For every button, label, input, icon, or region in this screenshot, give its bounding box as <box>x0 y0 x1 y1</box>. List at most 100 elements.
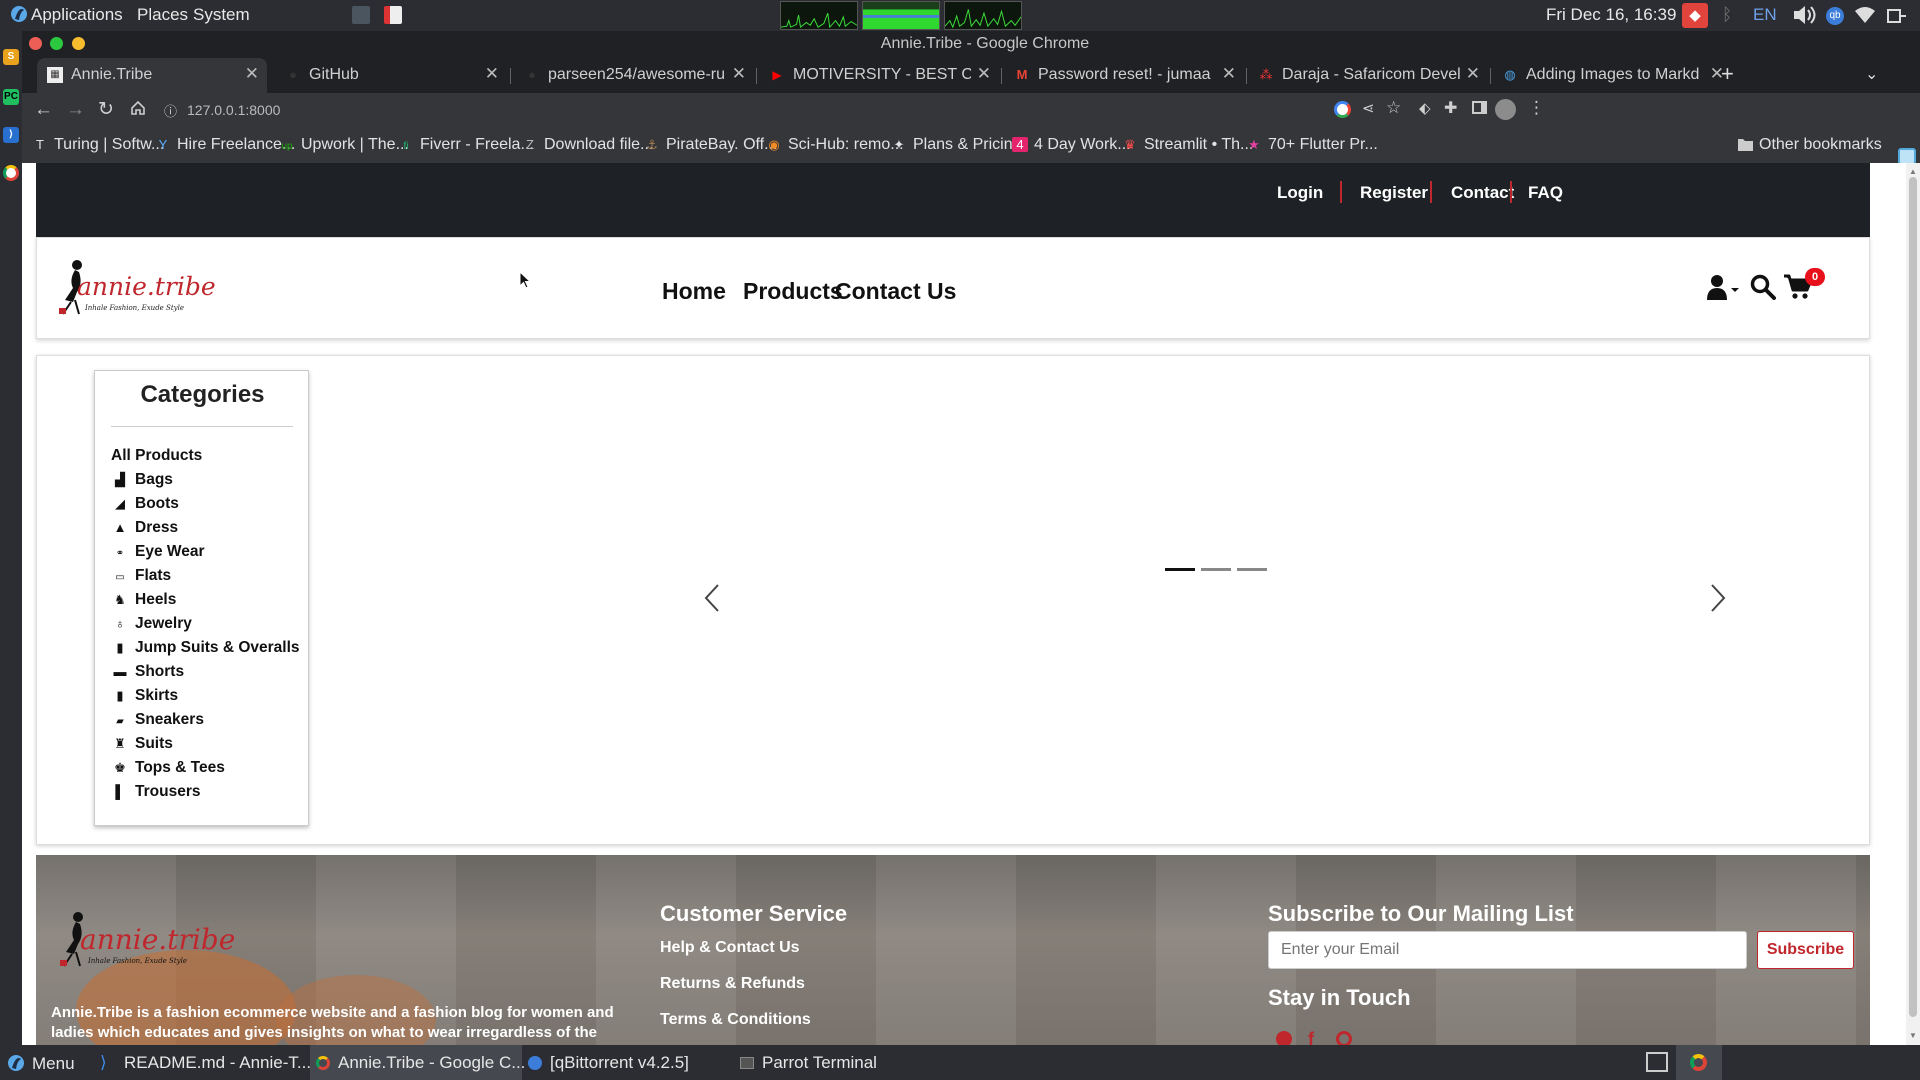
bluetooth-icon[interactable]: ᛒ <box>1722 5 1732 25</box>
chrome-menu-icon[interactable]: ⋮ <box>1528 98 1545 118</box>
side-panel-icon[interactable] <box>1472 101 1487 114</box>
tab-search-chevron-icon[interactable]: ⌄ <box>1865 64 1878 84</box>
task-chrome-annie-tribe[interactable]: Annie.Tribe - Google C... <box>310 1045 525 1080</box>
site-logo[interactable]: annie.tribe Inhale Fashion, Exude Style <box>55 258 216 320</box>
extensions-puzzle-icon[interactable]: ✚ <box>1444 98 1457 118</box>
tab-annie-tribe[interactable]: ▦ Annie.Tribe ✕ <box>37 58 267 93</box>
nav-products-link[interactable]: Products <box>743 278 843 305</box>
subscribe-button[interactable]: Subscribe <box>1757 931 1854 969</box>
new-tab-button[interactable]: + <box>1721 61 1734 87</box>
carousel-indicator-1[interactable] <box>1165 568 1195 571</box>
bookmark-flutter[interactable]: ★ 70+ Flutter Pr... <box>1246 136 1378 154</box>
bookmark-piratebay[interactable]: ⚓ PirateBay. Off... <box>644 136 777 154</box>
task-qbittorrent[interactable]: [qBittorrent v4.2.5] <box>528 1045 689 1080</box>
back-arrow-icon[interactable]: ← <box>34 99 53 121</box>
category-heels[interactable]: ♞ Heels <box>111 591 176 609</box>
bookmark-hire-freelance[interactable]: Y Hire Freelance... <box>155 136 296 154</box>
scroll-up-arrow-icon[interactable]: ▲ <box>1909 167 1917 176</box>
vscode-launcher-icon[interactable]: ⟩ <box>3 127 19 143</box>
help-contact-link[interactable]: Help & Contact Us <box>660 939 800 957</box>
search-icon[interactable] <box>1750 274 1776 305</box>
faq-link[interactable]: FAQ <box>1528 183 1563 203</box>
bookmark-download-file[interactable]: Z Download file... <box>522 136 653 154</box>
chrome-launcher-icon[interactable] <box>3 165 19 181</box>
email-field[interactable] <box>1268 931 1747 969</box>
pinterest-social-icon[interactable] <box>1336 1031 1352 1045</box>
carousel-indicator-2[interactable] <box>1201 568 1231 571</box>
category-boots[interactable]: ◢ Boots <box>111 495 179 513</box>
bookmark-upwork[interactable]: up Upwork | The... <box>279 136 408 154</box>
footer-logo[interactable]: annie.tribe Inhale Fashion, Exude Style <box>56 909 235 973</box>
bookmark-streamlit[interactable]: ♛ Streamlit • Th... <box>1122 136 1253 154</box>
category-all-products[interactable]: All Products <box>111 447 202 465</box>
active-workspace[interactable] <box>1676 1045 1722 1080</box>
task-vscode-readme[interactable]: ⟩ README.md - Annie-T... <box>100 1045 311 1080</box>
category-sneakers[interactable]: ▰ Sneakers <box>111 711 204 729</box>
url-bar[interactable]: 127.0.0.1:8000 <box>187 102 280 118</box>
google-lens-icon[interactable] <box>1334 101 1351 118</box>
tab-adding-images[interactable]: ◍ Adding Images to Markd ✕ <box>1492 58 1732 93</box>
nav-contact-us-link[interactable]: Contact Us <box>835 278 956 305</box>
anydesk-tray-icon[interactable]: ◆ <box>1682 3 1708 28</box>
reload-icon[interactable]: ↻ <box>98 98 114 121</box>
tab-password-reset[interactable]: M Password reset! - jumaa ✕ <box>1004 58 1244 93</box>
facebook-social-icon[interactable]: f <box>1308 1029 1314 1045</box>
register-link[interactable]: Register <box>1360 183 1428 203</box>
close-tab-icon[interactable]: ✕ <box>1466 64 1480 84</box>
share-icon[interactable]: ⋖ <box>1362 99 1375 117</box>
bookmark-scihub[interactable]: ◉ Sci-Hub: remo... <box>766 136 903 154</box>
login-link[interactable]: Login <box>1277 183 1323 203</box>
bookmark-turing[interactable]: T Turing | Softw... <box>32 136 164 154</box>
close-tab-icon[interactable]: ✕ <box>245 64 259 84</box>
category-jewelry[interactable]: ♁ Jewelry <box>111 615 192 633</box>
home-icon[interactable] <box>130 100 146 121</box>
category-dress[interactable]: ▲ Dress <box>111 519 179 537</box>
terms-conditions-link[interactable]: Terms & Conditions <box>660 1011 811 1029</box>
category-suits[interactable]: ♜ Suits <box>111 735 173 753</box>
contact-link[interactable]: Contact <box>1451 183 1514 203</box>
bookmark-4-day-work[interactable]: 44 Day Work... <box>1012 136 1131 154</box>
returns-refunds-link[interactable]: Returns & Refunds <box>660 975 805 993</box>
volume-icon[interactable] <box>1792 3 1818 32</box>
category-jump-suits[interactable]: ▮ Jump Suits & Overalls <box>111 639 299 657</box>
category-tops-tees[interactable]: ♚ Tops & Tees <box>111 759 225 777</box>
parrot-logo-icon[interactable] <box>10 4 28 29</box>
scrollbar-thumb[interactable] <box>1909 177 1917 1017</box>
category-bags[interactable]: ▟ Bags <box>111 471 173 489</box>
user-account-icon[interactable] <box>1707 274 1743 305</box>
carousel-indicator-3[interactable] <box>1237 568 1267 571</box>
places-menu[interactable]: Places <box>137 5 188 25</box>
text-editor-launcher-icon[interactable] <box>384 6 402 24</box>
workspace-switcher-icon[interactable] <box>1646 1052 1668 1072</box>
terminal-launcher-icon[interactable] <box>352 6 370 24</box>
youtube-social-icon[interactable] <box>1276 1031 1292 1045</box>
bookmark-fiverr[interactable]: fi Fiverr - Freela... <box>398 136 534 154</box>
carousel-prev-chevron-icon[interactable] <box>703 582 721 619</box>
applications-menu[interactable]: Applications <box>31 5 123 25</box>
close-tab-icon[interactable]: ✕ <box>485 64 499 84</box>
category-skirts[interactable]: ▮ Skirts <box>111 687 178 705</box>
other-bookmarks-folder[interactable]: Other bookmarks <box>1738 136 1882 154</box>
wifi-icon[interactable] <box>1854 5 1876 30</box>
category-shorts[interactable]: ▬ Shorts <box>111 663 185 681</box>
bookmark-plans-pricing[interactable]: ✦ Plans & Pricin... <box>891 136 1026 154</box>
site-info-icon[interactable]: ⓘ <box>164 101 177 120</box>
keyboard-layout-indicator[interactable]: EN <box>1753 5 1777 25</box>
page-scrollbar[interactable]: ▲ ▼ <box>1906 163 1920 1045</box>
category-trousers[interactable]: ▌ Trousers <box>111 783 200 801</box>
tab-motiversity[interactable]: ▶ MOTIVERSITY - BEST C ✕ <box>759 58 999 93</box>
carousel-next-chevron-icon[interactable] <box>1709 582 1727 619</box>
category-flats[interactable]: ▭ Flats <box>111 567 171 585</box>
qbittorrent-tray-icon[interactable]: qb <box>1826 7 1844 25</box>
start-menu-button[interactable]: Menu <box>6 1045 75 1080</box>
system-menu[interactable]: System <box>193 5 250 25</box>
sublime-launcher-icon[interactable]: S <box>3 49 19 65</box>
close-tab-icon[interactable]: ✕ <box>1222 64 1236 84</box>
close-tab-icon[interactable]: ✕ <box>732 64 746 84</box>
clock[interactable]: Fri Dec 16, 16:39 <box>1546 5 1676 25</box>
profile-avatar[interactable] <box>1495 99 1516 120</box>
extension-icon[interactable]: ⬖ <box>1419 99 1431 117</box>
power-icon[interactable] <box>1886 6 1908 31</box>
tab-daraja[interactable]: ⁂ Daraja - Safaricom Devel ✕ <box>1248 58 1488 93</box>
bookmark-star-icon[interactable]: ☆ <box>1386 98 1401 118</box>
